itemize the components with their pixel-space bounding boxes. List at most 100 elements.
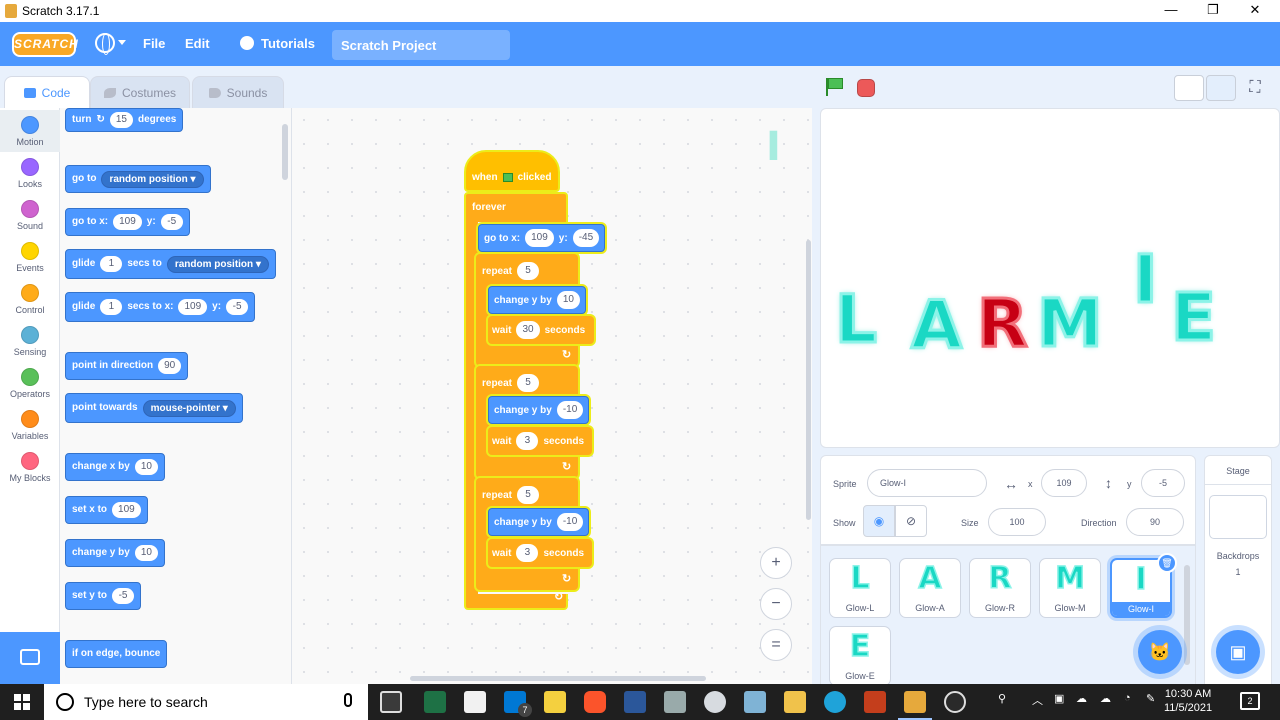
change-y-block[interactable]: change y by -10 — [488, 508, 590, 536]
block-input[interactable]: 10 — [556, 291, 580, 309]
sprite-tile-glow-a[interactable]: A Glow-A — [899, 558, 961, 618]
category-looks[interactable]: Looks — [0, 152, 60, 194]
block-dropdown[interactable]: mouse-pointer — [142, 399, 236, 417]
cloud-icon[interactable]: ☁ — [1076, 692, 1087, 705]
block-input[interactable]: 5 — [517, 262, 540, 280]
sprite-letter-e[interactable]: E — [1169, 278, 1217, 358]
sprite-list-scrollbar[interactable] — [1184, 565, 1190, 665]
edge-icon[interactable] — [824, 691, 846, 713]
sprite-tile-glow-e[interactable]: E Glow-E — [829, 626, 891, 684]
block-input[interactable]: 3 — [516, 544, 539, 562]
block-input[interactable]: 1 — [100, 256, 123, 272]
palette-scrollbar[interactable] — [282, 124, 288, 180]
sprite-letter-r[interactable]: R — [976, 284, 1030, 364]
sprite-letter-a[interactable]: A — [909, 286, 963, 366]
block-input[interactable]: 5 — [517, 374, 540, 392]
block-input[interactable]: 109 — [178, 299, 208, 315]
block-input[interactable]: -10 — [556, 401, 584, 419]
delete-sprite-icon[interactable]: 🗑 — [1157, 553, 1177, 573]
block-input[interactable]: 1 — [100, 299, 123, 315]
block-input[interactable]: 90 — [158, 358, 182, 374]
wait-block[interactable]: wait 3 seconds — [488, 539, 592, 567]
add-sprite-button[interactable]: 🐱 — [1138, 630, 1182, 674]
category-sound[interactable]: Sound — [0, 194, 60, 236]
obs-icon[interactable] — [944, 691, 966, 713]
when-flag-clicked-block[interactable]: when clicked — [464, 150, 560, 192]
size-input[interactable]: 100 — [988, 508, 1046, 536]
scratch-logo[interactable]: SCRATCH — [12, 32, 78, 57]
brave-browser-icon[interactable] — [584, 691, 606, 713]
hide-button[interactable]: ⊘ — [895, 505, 927, 537]
goto-block[interactable]: go to random position — [65, 165, 211, 193]
block-input[interactable]: 30 — [516, 321, 540, 339]
calculator-icon[interactable] — [664, 691, 686, 713]
y-input[interactable]: -5 — [1141, 469, 1185, 497]
snip-icon[interactable] — [704, 691, 726, 713]
add-backdrop-button[interactable]: ▣ — [1216, 630, 1260, 674]
turn-block[interactable]: turn ↻ 15 degrees — [65, 108, 184, 132]
block-input[interactable]: -10 — [556, 513, 584, 531]
block-input[interactable]: 5 — [517, 486, 540, 504]
language-globe-icon[interactable] — [95, 33, 115, 55]
goto-xy-block[interactable]: go to x: 109 y: -45 — [478, 224, 606, 252]
small-stage-button[interactable] — [1174, 75, 1204, 101]
block-dropdown[interactable]: random position — [166, 255, 269, 273]
green-flag-button[interactable] — [826, 78, 844, 96]
chevron-down-icon[interactable] — [118, 40, 126, 45]
fullscreen-icon[interactable]: ⛶ — [1240, 75, 1270, 101]
x-input[interactable]: 109 — [1041, 469, 1087, 497]
file-explorer-icon[interactable] — [784, 691, 806, 713]
security-icon[interactable]: ▣ — [1054, 692, 1064, 705]
add-extension-button[interactable] — [0, 632, 60, 684]
script-stack[interactable]: when clicked forever ↻ go to x: 109 y: -45 r… — [464, 150, 606, 610]
workspace-horizontal-scrollbar[interactable] — [410, 676, 706, 681]
point-direction-block[interactable]: point in direction 90 — [65, 352, 189, 380]
category-events[interactable]: Events — [0, 236, 60, 278]
minimize-button[interactable]: — — [1162, 2, 1180, 20]
zoom-out-button[interactable]: − — [760, 588, 792, 620]
change-x-block[interactable]: change x by 10 — [65, 453, 165, 481]
set-x-block[interactable]: set x to 109 — [65, 496, 148, 524]
set-y-block[interactable]: set y to -5 — [65, 582, 142, 610]
sprite-tile-glow-r[interactable]: R Glow-R — [969, 558, 1031, 618]
taskbar-clock[interactable]: 10:30 AM 11/5/2021 — [1164, 687, 1212, 715]
block-input[interactable]: -5 — [226, 299, 249, 315]
block-dropdown[interactable]: random position — [101, 170, 204, 188]
tab-sounds[interactable]: Sounds — [192, 76, 284, 108]
block-input[interactable]: 3 — [516, 432, 539, 450]
zoom-reset-button[interactable]: = — [760, 629, 792, 661]
glide-xy-block[interactable]: glide 1 secs to x: 109 y: -5 — [65, 292, 256, 322]
sprite-letter-l[interactable]: L — [833, 280, 878, 360]
edit-menu[interactable]: Edit — [185, 36, 210, 51]
change-y-block[interactable]: change y by 10 — [488, 286, 586, 314]
sprite-tile-glow-l[interactable]: L Glow-L — [829, 558, 891, 618]
file-menu[interactable]: File — [143, 36, 165, 51]
glide-random-block[interactable]: glide 1 secs to random position — [65, 249, 276, 279]
stage-thumbnail[interactable] — [1209, 495, 1267, 539]
scratch-taskbar-icon[interactable] — [898, 691, 932, 720]
tab-code[interactable]: Code — [4, 76, 90, 108]
category-control[interactable]: Control — [0, 278, 60, 320]
sprite-tile-glow-m[interactable]: M Glow-M — [1039, 558, 1101, 618]
store-icon[interactable] — [464, 691, 486, 713]
stage-canvas[interactable]: L A R M I E — [820, 108, 1280, 448]
taskbar-search[interactable]: Type here to search — [44, 684, 368, 720]
zoom-in-button[interactable]: + — [760, 547, 792, 579]
project-title-input[interactable]: Scratch Project — [332, 30, 510, 60]
change-y-block[interactable]: change y by 10 — [65, 539, 165, 567]
people-icon[interactable]: ⚲ — [998, 692, 1006, 705]
close-button[interactable]: ✕ — [1246, 2, 1264, 20]
notes-icon[interactable] — [744, 691, 766, 713]
notifications-icon[interactable]: 2 — [1240, 692, 1260, 710]
excel-icon[interactable] — [424, 691, 446, 713]
stop-button[interactable] — [857, 79, 875, 97]
sprite-letter-i[interactable]: I — [1132, 240, 1160, 320]
block-input[interactable]: 109 — [112, 502, 141, 518]
point-towards-block[interactable]: point towards mouse-pointer — [65, 393, 243, 423]
sprite-letter-m[interactable]: M — [1036, 284, 1105, 364]
block-input[interactable]: 10 — [134, 459, 158, 475]
block-input[interactable]: 15 — [109, 112, 133, 128]
sticky-notes-icon[interactable] — [544, 691, 566, 713]
category-variables[interactable]: Variables — [0, 404, 60, 446]
block-input[interactable]: -5 — [160, 214, 183, 230]
